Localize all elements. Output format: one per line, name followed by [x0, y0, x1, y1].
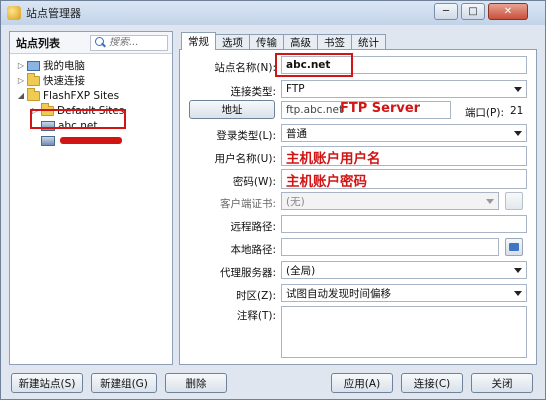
new-group-button[interactable]: 新建组(G) — [91, 373, 157, 393]
site-manager-window: 站点管理器 ─ □ ✕ 站点列表 ▷ 我的电脑 ▷ 快速连接 ◢ — [0, 0, 546, 400]
notes-textarea[interactable] — [281, 306, 527, 358]
password-field[interactable]: 主机账户密码 — [281, 169, 527, 190]
password-annotation: 主机账户密码 — [286, 174, 367, 190]
delete-button[interactable]: 删除 — [165, 373, 227, 393]
site-list-panel: 站点列表 ▷ 我的电脑 ▷ 快速连接 ◢ FlashFXP Sites — [9, 31, 173, 365]
client-cert-value: (无) — [286, 195, 305, 208]
site-tree: ▷ 我的电脑 ▷ 快速连接 ◢ FlashFXP Sites ▷ Default… — [10, 54, 172, 148]
connection-type-value: FTP — [286, 83, 305, 95]
login-type-label: 登录类型(L): — [216, 130, 276, 142]
tab-bookmarks[interactable]: 书签 — [317, 34, 352, 50]
timezone-select[interactable]: 试图自动发现时间偏移 — [281, 284, 527, 302]
username-annotation: 主机账户用户名 — [286, 151, 381, 167]
local-path-label: 本地路径: — [230, 244, 276, 256]
connect-button[interactable]: 连接(C) — [401, 373, 463, 393]
close-window-button[interactable]: ✕ — [488, 3, 528, 20]
tree-label: 快速连接 — [43, 75, 85, 87]
port-label: 端口(P): — [464, 107, 504, 119]
general-tab-pane: 站点名称(N): abc.net 连接类型: FTP 地址 ftp.abc.ne… — [179, 49, 537, 365]
new-site-button[interactable]: 新建站点(S) — [11, 373, 83, 393]
site-name-label: 站点名称(N): — [214, 62, 276, 74]
connection-type-select[interactable]: FTP — [281, 80, 527, 98]
chevron-down-icon — [514, 87, 522, 92]
username-label: 用户名称(U): — [214, 153, 276, 165]
proxy-label: 代理服务器: — [219, 267, 276, 279]
chevron-down-icon — [514, 291, 522, 296]
tree-item-quick-connect[interactable]: ▷ 快速连接 — [16, 72, 172, 88]
site-icon — [41, 135, 55, 146]
folder-icon — [27, 72, 40, 86]
folder-open-icon — [509, 243, 519, 251]
chevron-down-icon — [514, 268, 522, 273]
proxy-select[interactable]: (全局) — [281, 261, 527, 279]
port-value[interactable]: 21 — [510, 105, 523, 117]
search-icon — [93, 36, 107, 50]
chevron-down-icon — [514, 131, 522, 136]
folder-icon — [27, 87, 40, 101]
tree-item-flashfxp-sites[interactable]: ◢ FlashFXP Sites — [16, 87, 172, 103]
address-button[interactable]: 地址 — [189, 100, 275, 119]
remote-path-field[interactable] — [281, 215, 527, 233]
highlight-box — [30, 109, 126, 129]
chevron-down-icon — [486, 199, 494, 204]
address-annotation: FTP Server — [340, 101, 421, 116]
login-type-select[interactable]: 普通 — [281, 124, 527, 142]
site-list-header: 站点列表 — [10, 32, 172, 54]
collapse-icon[interactable]: ◢ — [16, 91, 26, 100]
client-cert-label: 客户端证书: — [219, 198, 276, 210]
client-cert-select[interactable]: (无) — [281, 192, 499, 210]
app-icon — [7, 6, 21, 20]
local-path-browse-button[interactable] — [505, 238, 523, 256]
username-field[interactable]: 主机账户用户名 — [281, 146, 527, 167]
site-list-title: 站点列表 — [16, 36, 60, 50]
address-value: ftp.abc.net — [286, 104, 344, 116]
minimize-button[interactable]: ─ — [434, 3, 458, 20]
password-label: 密码(W): — [232, 176, 276, 188]
computer-icon — [27, 60, 40, 71]
tree-label: 我的电脑 — [43, 60, 85, 72]
site-search-box[interactable] — [90, 34, 168, 51]
tab-transfer[interactable]: 传输 — [249, 34, 284, 50]
title-bar: 站点管理器 ─ □ ✕ — [1, 1, 545, 25]
tree-label: FlashFXP Sites — [43, 89, 120, 102]
footer-bar: 新建站点(S) 新建组(G) 删除 应用(A) 连接(C) 关闭 — [1, 367, 545, 399]
proxy-value: (全局) — [286, 264, 316, 277]
notes-label: 注释(T): — [236, 310, 276, 322]
tab-options[interactable]: 选项 — [215, 34, 250, 50]
tree-item-redacted[interactable] — [16, 133, 172, 148]
highlight-box — [275, 53, 353, 77]
expand-icon[interactable]: ▷ — [16, 61, 26, 70]
tab-statistics[interactable]: 统计 — [351, 34, 386, 50]
timezone-value: 试图自动发现时间偏移 — [286, 287, 391, 300]
redaction-mark — [60, 137, 122, 144]
tree-item-my-computer[interactable]: ▷ 我的电脑 — [16, 58, 172, 73]
close-button[interactable]: 关闭 — [471, 373, 533, 393]
connection-type-label: 连接类型: — [230, 86, 276, 98]
tab-general[interactable]: 常规 — [181, 32, 216, 50]
remote-path-label: 远程路径: — [230, 221, 276, 233]
maximize-button[interactable]: □ — [461, 3, 485, 20]
tab-advanced[interactable]: 高级 — [283, 34, 318, 50]
site-search-input[interactable] — [109, 37, 167, 48]
expand-icon[interactable]: ▷ — [16, 76, 26, 85]
apply-button[interactable]: 应用(A) — [331, 373, 393, 393]
tab-strip: 常规 选项 传输 高级 书签 统计 — [181, 32, 386, 50]
local-path-field[interactable] — [281, 238, 499, 256]
window-title: 站点管理器 — [26, 7, 81, 20]
timezone-label: 时区(Z): — [236, 290, 276, 302]
login-type-value: 普通 — [286, 127, 307, 140]
cert-browse-button[interactable] — [505, 192, 523, 210]
